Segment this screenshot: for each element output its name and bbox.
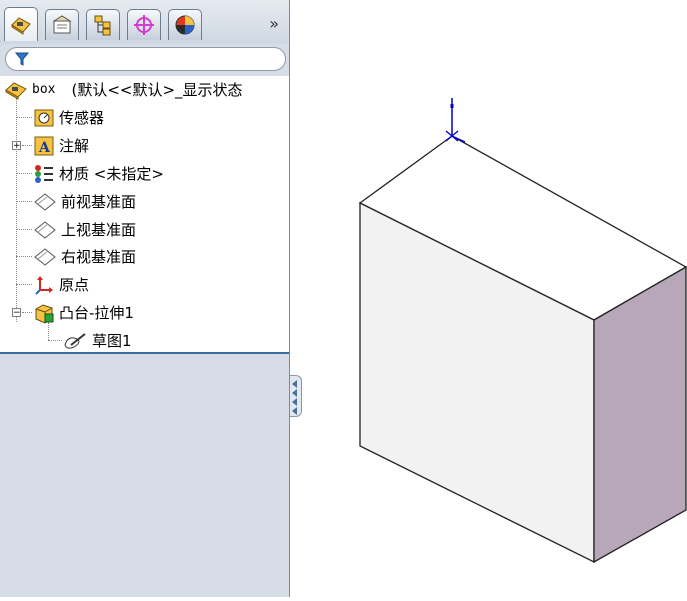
tree-item-label: 材质 <未指定> bbox=[59, 165, 164, 183]
tree-item-material[interactable]: 材质 <未指定> bbox=[33, 162, 164, 186]
tree-item-label: 原点 bbox=[59, 276, 90, 294]
configuration-manager-tab[interactable] bbox=[86, 9, 120, 40]
origin-triad-icon bbox=[445, 98, 466, 143]
plane-icon bbox=[34, 193, 56, 211]
tree-item-label: 凸台-拉伸1 bbox=[59, 304, 134, 322]
tree-filter-field[interactable] bbox=[5, 47, 286, 71]
tree-item-label: 上视基准面 bbox=[61, 221, 137, 239]
tree-item-front-plane[interactable]: 前视基准面 bbox=[33, 190, 136, 214]
tree-item-sensors[interactable]: 传感器 bbox=[33, 106, 104, 130]
collapse-extrude-button[interactable]: − bbox=[12, 308, 21, 318]
manager-tab-bar: » bbox=[0, 0, 289, 44]
tree-item-annotations[interactable]: A 注解 bbox=[33, 134, 89, 158]
display-manager-tab[interactable] bbox=[168, 9, 202, 40]
origin-icon bbox=[35, 276, 53, 295]
part-name: box bbox=[32, 82, 56, 97]
tree-item-label: 传感器 bbox=[59, 109, 105, 127]
feature-manager-tab[interactable] bbox=[4, 7, 38, 41]
sketch-icon bbox=[64, 333, 86, 349]
tree-item-label: 右视基准面 bbox=[61, 248, 137, 266]
part-icon bbox=[5, 82, 27, 100]
dimxpert-icon bbox=[134, 15, 154, 35]
graphics-viewport[interactable] bbox=[291, 0, 687, 597]
property-manager-tab[interactable] bbox=[45, 9, 79, 40]
material-icon bbox=[35, 165, 53, 183]
sensor-icon bbox=[34, 109, 54, 127]
tree-item-boss-extrude[interactable]: 凸台-拉伸1 bbox=[33, 301, 134, 325]
tree-item-label: 注解 bbox=[59, 137, 90, 155]
box-model[interactable] bbox=[291, 0, 687, 597]
rollback-bar[interactable] bbox=[0, 352, 289, 354]
tree-item-right-plane[interactable]: 右视基准面 bbox=[33, 245, 136, 269]
annotation-icon: A bbox=[34, 136, 54, 156]
display-manager-icon bbox=[175, 15, 195, 35]
tree-item-origin[interactable]: 原点 bbox=[33, 273, 89, 297]
svg-text:A: A bbox=[38, 140, 51, 156]
expand-annotations-button[interactable]: + bbox=[12, 141, 21, 151]
dimxpert-manager-tab[interactable] bbox=[127, 9, 161, 40]
tree-item-label: 草图1 bbox=[92, 332, 132, 350]
configuration-manager-icon bbox=[94, 15, 111, 36]
tree-item-label: 前视基准面 bbox=[61, 193, 137, 211]
extrude-icon bbox=[35, 304, 54, 324]
plane-icon bbox=[34, 221, 56, 239]
feature-manager-icon bbox=[11, 16, 31, 35]
feature-manager-panel: » box (默认<<默认>_显示状态 传感器 + A 注解 材质 <未指定> … bbox=[0, 0, 290, 597]
tree-root-part[interactable]: box (默认<<默认>_显示状态 bbox=[4, 78, 243, 102]
filter-icon bbox=[15, 52, 29, 66]
property-manager-icon bbox=[52, 15, 72, 34]
part-config: (默认<<默认>_显示状态 bbox=[71, 81, 243, 99]
tree-item-sketch1[interactable]: 草图1 bbox=[62, 329, 132, 353]
plane-icon bbox=[34, 248, 56, 266]
tree-item-top-plane[interactable]: 上视基准面 bbox=[33, 218, 136, 242]
feature-tree: box (默认<<默认>_显示状态 传感器 + A 注解 材质 <未指定> 前视… bbox=[0, 76, 289, 354]
more-tabs-button[interactable]: » bbox=[269, 14, 279, 33]
